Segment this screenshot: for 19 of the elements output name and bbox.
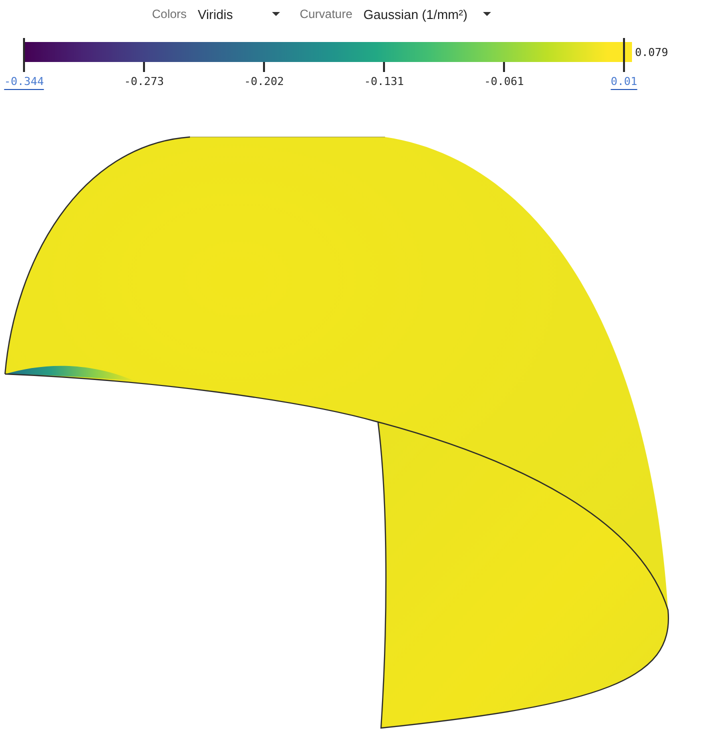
curvature-select[interactable]: Gaussian (1/mm²) (363, 2, 492, 26)
tick-label: -0.131 (364, 74, 404, 90)
caret-icon (272, 12, 280, 16)
max-value-label: 0.079 (635, 46, 668, 58)
colormap-select[interactable]: Viridis (198, 2, 280, 26)
range-handle[interactable] (23, 38, 25, 72)
tick-mark (503, 62, 505, 72)
range-value-link[interactable]: 0.01 (610, 74, 638, 90)
colors-label: Colors (152, 7, 187, 21)
caret-icon (483, 12, 492, 16)
tick-label: -0.273 (124, 74, 164, 90)
range-handle[interactable] (623, 38, 625, 72)
tick-label: -0.061 (484, 74, 524, 90)
tick-mark (143, 62, 145, 72)
tick-mark (383, 62, 385, 72)
curvature-label: Curvature (300, 7, 352, 21)
range-value-link[interactable]: -0.344 (4, 74, 44, 90)
tick-label: -0.202 (244, 74, 284, 90)
tick-mark (263, 62, 265, 72)
